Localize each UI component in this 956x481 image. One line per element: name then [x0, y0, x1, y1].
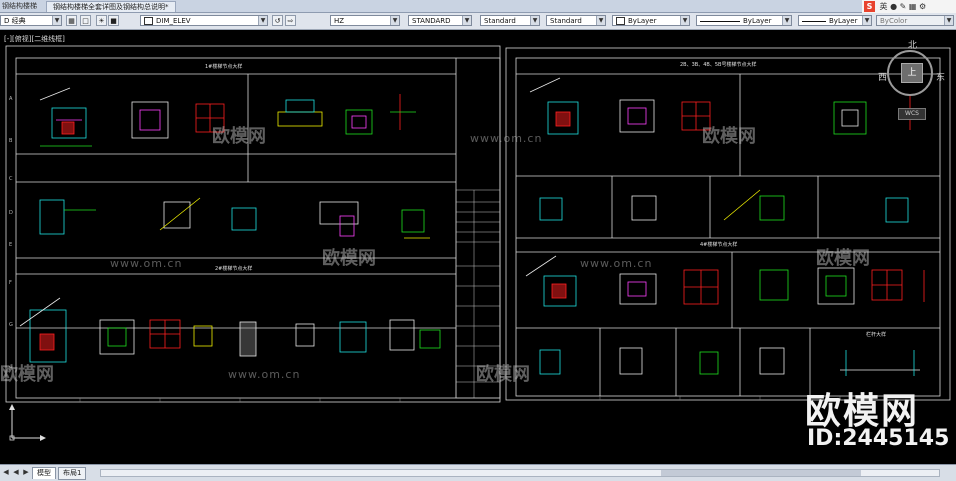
left-sheet-frame	[15, 57, 501, 399]
sogou-icon[interactable]: S	[864, 1, 875, 12]
viewcube[interactable]: 北 西 东 上 WCS	[878, 38, 948, 120]
workspace-select[interactable]: D 经典 ▼	[0, 15, 62, 26]
text-style-select[interactable]: HZ ▼	[330, 15, 400, 26]
watermark-brand: 欧模网	[322, 248, 376, 269]
compass-west[interactable]: 西	[878, 70, 887, 83]
first-tab-icon[interactable]: ◀	[2, 468, 10, 477]
tab-layout1[interactable]: 布局1	[58, 467, 87, 480]
watermark-brand: 欧模网	[0, 364, 54, 385]
watermark-brand: 欧模网	[212, 126, 266, 147]
dim-style-select[interactable]: DIM_ELEV ▼	[140, 15, 268, 26]
ime-toolbar[interactable]: S 英 ● ✎ ▦ ⚙	[862, 0, 956, 13]
detail-group-right-bottom	[539, 347, 920, 376]
linetype-value: ByLayer	[743, 17, 772, 25]
ime-tools-icon[interactable]: ● ✎ ▦ ⚙	[890, 2, 926, 11]
left-row-labels: A B C D E F G H	[9, 96, 13, 372]
row-label: G	[9, 322, 13, 328]
lock-icon[interactable]: ■	[108, 15, 119, 26]
left-mid-title: 2#楼梯节点大样	[215, 265, 252, 272]
tab-model[interactable]: 模型	[32, 467, 56, 479]
detail-group-left-bottom	[19, 297, 441, 363]
row-label: C	[9, 176, 13, 182]
lineweight-preview	[802, 20, 826, 22]
wcs-menu[interactable]: WCS	[898, 108, 926, 120]
watermark-brand: 欧模网	[476, 364, 530, 385]
chevron-down-icon: ▼	[862, 16, 871, 25]
right-sheet-frame	[515, 57, 941, 397]
chevron-down-icon: ▼	[944, 16, 953, 25]
chevron-down-icon: ▼	[390, 16, 399, 25]
watermark-id: ID:2445145	[807, 426, 950, 451]
watermark-url: www.om.cn	[110, 257, 183, 270]
std3-value: Standard	[550, 17, 582, 25]
next-tab-icon[interactable]: ▶	[22, 468, 30, 477]
table-style-select[interactable]: Standard ▼	[480, 15, 540, 26]
right-mid-title: 4#楼梯节点大样	[700, 241, 737, 248]
watermark-url: www.om.cn	[580, 257, 653, 270]
chevron-down-icon: ▼	[258, 16, 267, 25]
layer-manager-icon[interactable]: ▦	[66, 15, 77, 26]
ruler-ticks	[79, 396, 841, 402]
ucs-icon	[9, 404, 46, 441]
layer-state-icon[interactable]: □	[80, 15, 91, 26]
chevron-down-icon: ▼	[530, 16, 539, 25]
row-label: A	[9, 96, 13, 102]
left-top-title: 1#楼梯节点大样	[205, 63, 242, 70]
watermark-url: www.om.cn	[470, 132, 543, 145]
workspace-value: D 经典	[4, 17, 26, 25]
scrollbar-thumb[interactable]	[661, 470, 861, 476]
ime-language[interactable]: 英	[880, 2, 888, 11]
document-tab[interactable]: 钢结构楼梯全套详图及钢结构总说明*	[46, 1, 176, 12]
text-style-value: HZ	[334, 17, 345, 25]
dimension-style-select[interactable]: STANDARD ▼	[408, 15, 472, 26]
layout-tab-bar: ◀ ◀ ▶ 模型 布局1	[0, 464, 956, 481]
chevron-down-icon: ▼	[596, 16, 605, 25]
color-select[interactable]: ByLayer ▼	[612, 15, 690, 26]
plot-style-select[interactable]: ByColor ▼	[876, 15, 954, 26]
app-title: 钢结构楼梯	[2, 2, 37, 10]
dim-style-value: DIM_ELEV	[156, 17, 191, 25]
properties-toolbar: D 经典 ▼ ▦ □ ☀ ■ DIM_ELEV ▼ ↺ ⇨ HZ ▼ STANDARD…	[0, 13, 956, 30]
linetype-select[interactable]: ByLayer ▼	[696, 15, 792, 26]
watermark-brand: 欧模网	[816, 248, 870, 269]
prev-tab-icon[interactable]: ◀	[12, 468, 20, 477]
sun-icon[interactable]: ☀	[96, 15, 107, 26]
color-swatch	[144, 17, 153, 25]
row-label: B	[9, 138, 13, 144]
horizontal-scrollbar[interactable]	[100, 469, 940, 477]
color-value: ByLayer	[628, 17, 657, 25]
chevron-down-icon: ▼	[52, 16, 61, 25]
row-label: F	[9, 280, 12, 286]
plot-style-value: ByColor	[880, 17, 908, 25]
compass-east[interactable]: 东	[936, 70, 945, 83]
drawing-canvas[interactable]: [-][俯视][二维线框] A B C D E F G H 1#楼梯节点大样 2…	[0, 30, 956, 464]
std1-value: STANDARD	[412, 17, 451, 25]
right-bottom-title: 栏杆大样	[866, 331, 886, 338]
chevron-down-icon: ▼	[680, 16, 689, 25]
detail-group-right-mid	[539, 189, 909, 223]
chevron-down-icon: ▼	[462, 16, 471, 25]
viewcube-top-face[interactable]: 上	[901, 63, 923, 83]
row-label: D	[9, 210, 13, 216]
detail-group-left-mid	[39, 197, 430, 239]
row-label: E	[9, 242, 12, 248]
multileader-style-select[interactable]: Standard ▼	[546, 15, 606, 26]
chevron-down-icon: ▼	[782, 16, 791, 25]
linetype-preview	[700, 20, 740, 22]
watermark-url: www.om.cn	[228, 368, 301, 381]
layer-match-icon[interactable]: ⇨	[285, 15, 296, 26]
title-bar: 钢结构楼梯 钢结构楼梯全套详图及钢结构总说明*	[0, 0, 956, 13]
color-swatch	[616, 17, 625, 25]
std2-value: Standard	[484, 17, 516, 25]
lineweight-select[interactable]: ByLayer ▼	[798, 15, 872, 26]
watermark-brand: 欧模网	[702, 126, 756, 147]
lineweight-value: ByLayer	[829, 17, 858, 25]
layer-previous-icon[interactable]: ↺	[272, 15, 283, 26]
right-top-title: 2B、3B、4B、5B号楼梯节点大样	[680, 61, 756, 68]
